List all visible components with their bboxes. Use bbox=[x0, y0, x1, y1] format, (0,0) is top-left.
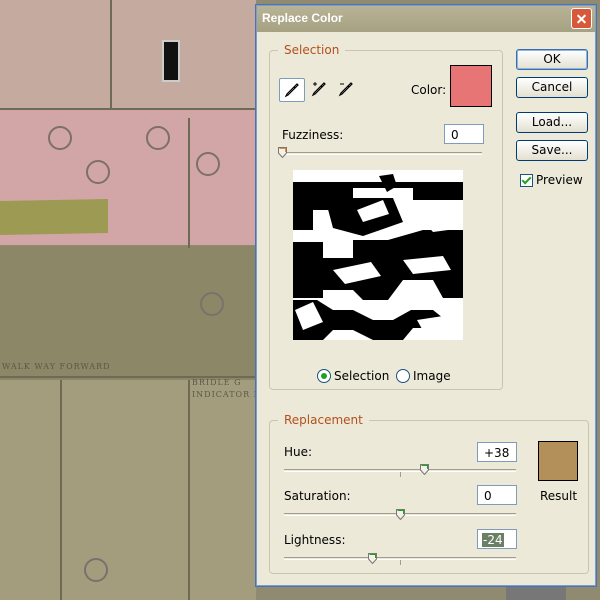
preview-checkbox[interactable] bbox=[520, 174, 533, 187]
replace-color-dialog: Replace Color OK Cancel Load... Save... … bbox=[256, 5, 596, 586]
saturation-label: Saturation: bbox=[284, 489, 351, 503]
selection-group: Selection Color: Fuzziness: 0 Selection … bbox=[269, 43, 503, 390]
panel-seam bbox=[60, 380, 62, 600]
selection-mask-image bbox=[293, 170, 463, 340]
color-label: Color: bbox=[411, 83, 447, 97]
panel-seam bbox=[110, 0, 112, 110]
rivet-circle bbox=[146, 126, 170, 150]
ok-button[interactable]: OK bbox=[516, 49, 588, 70]
saturation-input[interactable]: 0 bbox=[477, 485, 517, 505]
rivet-circle bbox=[86, 160, 110, 184]
fuzziness-input[interactable]: 0 bbox=[444, 124, 484, 144]
save-button[interactable]: Save... bbox=[516, 140, 588, 161]
load-button[interactable]: Load... bbox=[516, 112, 588, 133]
dark-slot bbox=[162, 40, 180, 82]
fuzziness-slider-thumb[interactable] bbox=[278, 147, 287, 158]
lightness-label: Lightness: bbox=[284, 533, 346, 547]
replacement-group: Replacement Hue: +38 Saturation: 0 Light… bbox=[269, 413, 589, 574]
lightness-slider-center-tick bbox=[400, 560, 401, 565]
lightness-input[interactable]: -24 bbox=[477, 529, 517, 549]
image-view-label: Image bbox=[413, 369, 451, 383]
fuzziness-slider-track[interactable] bbox=[282, 152, 482, 155]
lightness-value-selected: -24 bbox=[482, 533, 504, 547]
cancel-button[interactable]: Cancel bbox=[516, 77, 588, 98]
selection-color-swatch[interactable] bbox=[450, 65, 492, 107]
image-view-radio[interactable] bbox=[396, 369, 410, 383]
dialog-title: Replace Color bbox=[262, 11, 343, 25]
preview-label: Preview bbox=[536, 173, 583, 187]
eyedropper-plus-tool[interactable] bbox=[307, 78, 331, 100]
eyedropper-plus-icon bbox=[311, 82, 326, 97]
rivet-circle bbox=[200, 292, 224, 316]
hue-label: Hue: bbox=[284, 445, 313, 459]
selection-view-radio[interactable] bbox=[317, 369, 331, 383]
rivet-circle bbox=[48, 126, 72, 150]
panel-seam bbox=[0, 108, 256, 110]
hue-input[interactable]: +38 bbox=[477, 442, 517, 462]
stencil-text: BRIDLE G bbox=[192, 378, 242, 387]
selection-preview[interactable] bbox=[293, 170, 463, 340]
stencil-text: WALK WAY FORWARD bbox=[2, 362, 111, 371]
hue-slider-center-tick bbox=[400, 472, 401, 477]
selection-view-label: Selection bbox=[334, 369, 390, 383]
hue-slider-thumb[interactable] bbox=[420, 464, 429, 475]
result-label: Result bbox=[540, 489, 578, 503]
eyedropper-minus-icon bbox=[338, 82, 353, 97]
selection-group-label: Selection bbox=[278, 43, 346, 57]
eyedropper-tool[interactable] bbox=[279, 78, 305, 102]
eyedropper-minus-tool[interactable] bbox=[334, 78, 358, 100]
panel-seam bbox=[188, 118, 190, 248]
saturation-slider-thumb[interactable] bbox=[396, 509, 405, 520]
riveted-plates bbox=[0, 380, 256, 600]
result-color-swatch bbox=[538, 441, 578, 481]
close-button[interactable] bbox=[571, 8, 592, 29]
lightness-slider-thumb[interactable] bbox=[368, 553, 377, 564]
fuzziness-label: Fuzziness: bbox=[282, 128, 344, 142]
pink-panel-upper bbox=[0, 0, 256, 110]
eyedropper-icon bbox=[284, 83, 299, 98]
olive-strip bbox=[0, 199, 108, 235]
dialog-titlebar[interactable]: Replace Color bbox=[257, 6, 595, 32]
panel-seam bbox=[188, 380, 190, 600]
replacement-group-label: Replacement bbox=[278, 413, 369, 427]
rivet-circle bbox=[196, 152, 220, 176]
rivet-circle bbox=[84, 558, 108, 582]
